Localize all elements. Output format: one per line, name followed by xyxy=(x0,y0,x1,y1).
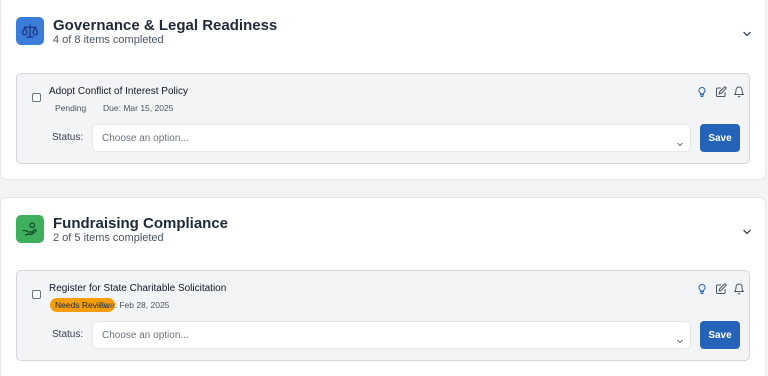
chevron-down-icon xyxy=(676,332,684,344)
save-button[interactable]: Save xyxy=(700,321,740,349)
due-date: Due: Mar 15, 2025 xyxy=(103,103,174,113)
status-label: Status: xyxy=(52,132,84,143)
category-title: Governance & Legal Readiness xyxy=(53,17,278,34)
category-progress: 2 of 5 items completed xyxy=(53,232,164,244)
bell-icon[interactable] xyxy=(733,85,745,98)
status-select[interactable]: Choose an option... xyxy=(92,321,691,349)
bell-icon[interactable] xyxy=(733,282,745,295)
item-title: Adopt Conflict of Interest Policy xyxy=(49,86,188,97)
select-placeholder: Choose an option... xyxy=(102,133,189,144)
checklist-item: Register for State Charitable Solicitati… xyxy=(16,270,750,361)
category-progress: 4 of 8 items completed xyxy=(53,34,164,46)
edit-icon[interactable] xyxy=(715,85,727,97)
lightbulb-icon[interactable] xyxy=(696,282,708,294)
edit-icon[interactable] xyxy=(715,282,727,294)
category-title: Fundraising Compliance xyxy=(53,215,229,232)
save-button[interactable]: Save xyxy=(700,124,740,152)
chevron-down-icon[interactable] xyxy=(741,27,753,39)
category-section-governance: Governance & Legal Readiness 4 of 8 item… xyxy=(0,0,766,180)
chevron-down-icon[interactable] xyxy=(741,225,753,237)
item-checkbox[interactable] xyxy=(32,290,41,299)
lightbulb-icon[interactable] xyxy=(696,85,708,97)
category-section-fundraising: Fundraising Compliance 2 of 5 items comp… xyxy=(0,197,766,376)
category-header[interactable]: Fundraising Compliance 2 of 5 items comp… xyxy=(1,215,765,255)
chevron-down-icon xyxy=(676,135,684,147)
due-date: Due: Feb 28, 2025 xyxy=(99,300,170,310)
status-label: Status: xyxy=(52,329,84,340)
hand-coin-icon xyxy=(16,215,44,243)
select-placeholder: Choose an option... xyxy=(102,330,189,341)
item-actions xyxy=(689,282,749,296)
checklist-item: Adopt Conflict of Interest Policy Pendin… xyxy=(16,73,750,164)
item-actions xyxy=(689,85,749,99)
category-header[interactable]: Governance & Legal Readiness 4 of 8 item… xyxy=(1,17,765,57)
item-checkbox[interactable] xyxy=(32,93,41,102)
item-title: Register for State Charitable Solicitati… xyxy=(49,283,227,294)
status-select[interactable]: Choose an option... xyxy=(92,124,691,152)
scale-icon xyxy=(16,17,44,45)
status-text: Pending xyxy=(55,103,87,113)
